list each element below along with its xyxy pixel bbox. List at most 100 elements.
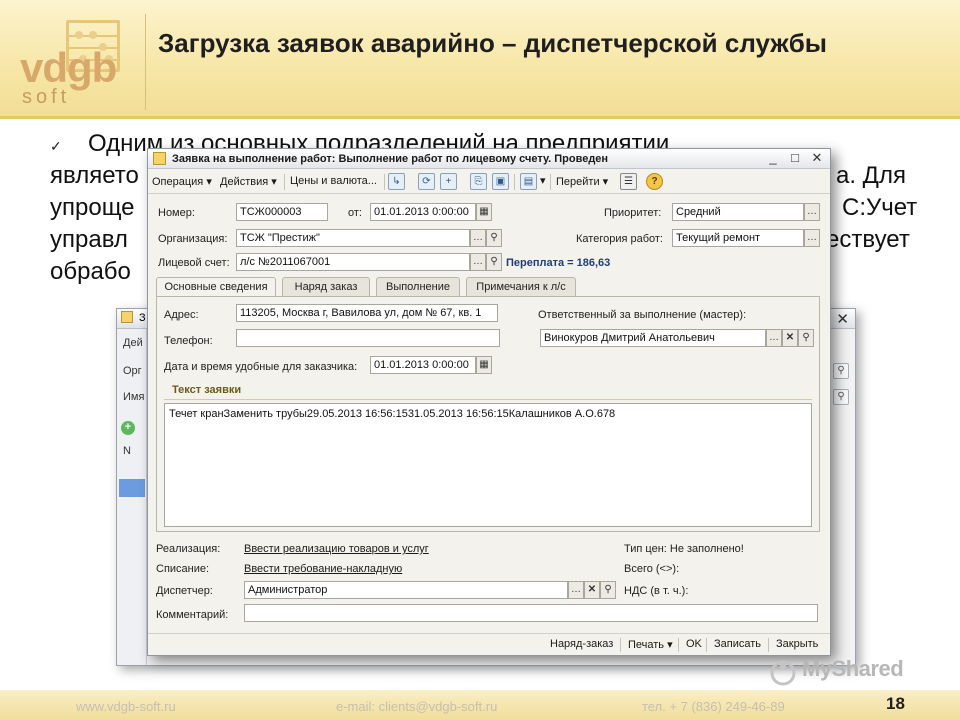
section-rule (164, 399, 812, 400)
search-icon[interactable]: ⚲ (486, 253, 502, 271)
priority-field[interactable]: Средний (672, 203, 804, 221)
back-window-title: З (139, 312, 146, 324)
close-window-button[interactable]: Закрыть (776, 638, 818, 650)
slide-header: vdgb soft Загрузка заявок аварийно – дис… (0, 0, 960, 118)
bullet-tail-2: а. Для (836, 162, 906, 189)
structure-icon[interactable]: ▤ (520, 173, 537, 190)
request-form-window[interactable]: Заявка на выполнение работ: Выполнение р… (147, 148, 831, 656)
datetime-field[interactable]: 01.01.2013 0:00:00 (370, 356, 476, 374)
calendar-icon[interactable]: ▦ (476, 356, 492, 374)
copy-icon[interactable]: ⎘ (470, 173, 487, 190)
footer-email[interactable]: e-mail: clients@vdgb-soft.ru (336, 699, 497, 714)
account-select-button[interactable]: … (470, 253, 486, 271)
search-icon[interactable]: ⚲ (486, 229, 502, 247)
watermark-text: MyShared (802, 656, 904, 681)
save-button[interactable]: Записать (714, 638, 761, 650)
tab-execution[interactable]: Выполнение (376, 277, 460, 296)
date-label: от: (348, 207, 362, 219)
number-field[interactable]: ТСЖ000003 (236, 203, 328, 221)
add-icon[interactable]: + (121, 421, 135, 435)
form-command-bar: Наряд-заказ Печать ▾ OK Записать Закрыть (148, 633, 830, 655)
ok-button[interactable]: OK (686, 638, 702, 650)
list-icon[interactable]: ☰ (620, 173, 637, 190)
account-label: Лицевой счет: (158, 257, 230, 269)
realization-link[interactable]: Ввести реализацию товаров и услуг (244, 543, 429, 555)
work-category-select-button[interactable]: … (804, 229, 820, 247)
priority-label: Приоритет: (604, 207, 662, 219)
new-doc-icon[interactable]: + (440, 173, 457, 190)
writeoff-label: Списание: (156, 563, 210, 575)
responsible-field[interactable]: Винокуров Дмитрий Анатольевич (540, 329, 766, 347)
request-text-area[interactable]: Течет кранЗаменить трубы29.05.2013 16:56… (164, 403, 812, 527)
price-type-text: Тип цен: Не заполнено! (624, 543, 744, 555)
writeoff-link[interactable]: Ввести требование-накладную (244, 563, 402, 575)
refresh-icon[interactable]: ⟳ (418, 173, 435, 190)
clear-icon[interactable]: ✕ (782, 329, 798, 347)
prices-button[interactable]: Цены и валюта... (290, 175, 377, 187)
footer-phone: тел. + 7 (836) 249-46-89 (642, 699, 785, 714)
enter-icon[interactable]: ↳ (388, 173, 405, 190)
account-field[interactable]: л/с №2011067001 (236, 253, 470, 271)
priority-select-button[interactable]: … (804, 203, 820, 221)
slide-footer: www.vdgb-soft.ru e-mail: clients@vdgb-so… (0, 690, 960, 720)
command-separator (678, 638, 679, 652)
close-button[interactable]: ✕ (808, 150, 826, 166)
back-side-label: N (123, 445, 131, 457)
toolbar-separator (384, 174, 385, 190)
search-icon[interactable]: ⚲ (833, 363, 849, 379)
maximize-button[interactable]: □ (786, 150, 804, 166)
back-window-icon (121, 311, 133, 323)
number-label: Номер: (158, 207, 195, 219)
address-field[interactable]: 113205, Москва г, Вавилова ул, дом № 67,… (236, 304, 498, 322)
calendar-icon[interactable]: ▦ (476, 203, 492, 221)
work-order-button[interactable]: Наряд-заказ (550, 638, 613, 650)
back-window-close-icon[interactable]: ✕ (836, 310, 849, 328)
work-category-field[interactable]: Текущий ремонт (672, 229, 804, 247)
search-icon[interactable]: ⚲ (798, 329, 814, 347)
window-title: Заявка на выполнение работ: Выполнение р… (172, 153, 609, 165)
tab-main-info[interactable]: Основные сведения (156, 277, 276, 297)
window-titlebar[interactable]: Заявка на выполнение работ: Выполнение р… (148, 149, 830, 169)
myshared-logo-icon (770, 660, 796, 686)
help-icon[interactable]: ? (646, 173, 663, 190)
request-text-title: Текст заявки (172, 384, 242, 396)
back-side-label: Орг (123, 365, 142, 377)
dispatcher-select-button[interactable]: … (568, 581, 584, 599)
tab-work-order[interactable]: Наряд заказ (282, 277, 370, 296)
organization-label: Организация: (158, 233, 228, 245)
document-icon (153, 152, 166, 165)
toolbar: Операция ▾ Действия ▾ Цены и валюта... ↳… (148, 170, 830, 194)
dispatcher-label: Диспетчер: (156, 585, 213, 597)
address-label: Адрес: (164, 309, 199, 321)
date-field[interactable]: 01.01.2013 0:00:00 (370, 203, 476, 221)
vdgb-logo: vdgb soft (8, 14, 148, 110)
search-icon[interactable]: ⚲ (600, 581, 616, 599)
tab-account-notes[interactable]: Примечания к л/с (466, 277, 576, 296)
save-icon[interactable]: ▣ (492, 173, 509, 190)
comment-field[interactable] (244, 604, 818, 622)
minimize-button[interactable]: _ (764, 150, 782, 166)
phone-label: Телефон: (164, 335, 213, 347)
footer-site[interactable]: www.vdgb-soft.ru (76, 699, 176, 714)
clear-icon[interactable]: ✕ (584, 581, 600, 599)
structure-dropdown-icon[interactable]: ▾ (540, 174, 546, 187)
actions-menu[interactable]: Действия ▾ (220, 175, 277, 188)
organization-select-button[interactable]: … (470, 229, 486, 247)
organization-field[interactable]: ТСЖ "Престиж" (236, 229, 470, 247)
responsible-select-button[interactable]: … (766, 329, 782, 347)
operation-menu[interactable]: Операция ▾ (152, 175, 212, 188)
search-icon[interactable]: ⚲ (833, 389, 849, 405)
print-menu[interactable]: Печать ▾ (628, 638, 673, 651)
back-side-label: Имя (123, 391, 145, 403)
command-separator (768, 638, 769, 652)
dispatcher-field[interactable]: Администратор (244, 581, 568, 599)
selected-row[interactable] (119, 479, 145, 497)
goto-menu[interactable]: Перейти ▾ (556, 175, 608, 188)
logo-text: vdgb (20, 44, 117, 91)
phone-field[interactable] (236, 329, 500, 347)
vat-text: НДС (в т. ч.): (624, 585, 689, 597)
header-rule (0, 116, 960, 119)
responsible-label: Ответственный за выполнение (мастер): (538, 309, 747, 321)
logo-subtext: soft (22, 86, 71, 108)
comment-label: Комментарий: (156, 609, 229, 621)
